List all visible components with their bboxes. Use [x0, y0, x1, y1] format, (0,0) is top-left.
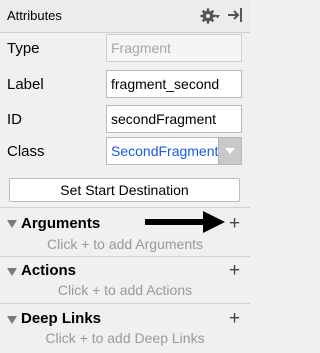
collapse-deep-links-icon[interactable]	[7, 316, 17, 324]
actions-hint: Click + to add Actions	[57, 282, 193, 298]
attributes-header: Attributes	[0, 0, 250, 33]
arguments-hint: Click + to add Arguments	[46, 236, 204, 252]
collapse-actions-icon[interactable]	[7, 268, 17, 276]
actions-section-title: Actions	[21, 262, 77, 279]
gear-icon[interactable]	[200, 6, 220, 26]
panel-title: Attributes	[7, 8, 62, 23]
id-field[interactable]: secondFragment	[106, 105, 242, 133]
set-start-destination-button[interactable]: Set Start Destination	[9, 178, 240, 202]
add-argument-button[interactable]: +	[229, 214, 240, 233]
id-label: ID	[7, 111, 22, 128]
arguments-section-title: Arguments	[21, 215, 101, 232]
class-label: Class	[7, 143, 45, 160]
class-select[interactable]: SecondFragment	[106, 137, 242, 165]
divider	[0, 303, 250, 304]
deep-links-section-title: Deep Links	[21, 310, 102, 327]
label-field[interactable]: fragment_second	[106, 70, 242, 98]
type-label: Type	[7, 40, 40, 57]
chevron-down-icon[interactable]	[218, 138, 241, 164]
collapse-arguments-icon[interactable]	[7, 220, 17, 228]
add-action-button[interactable]: +	[229, 261, 240, 280]
add-deep-link-button[interactable]: +	[229, 309, 240, 328]
type-field: Fragment	[106, 34, 242, 62]
pin-panel-icon[interactable]	[227, 7, 243, 23]
class-select-value: SecondFragment	[111, 143, 219, 159]
annotation-arrow-icon	[145, 211, 225, 233]
divider	[0, 256, 250, 257]
label-label: Label	[7, 76, 44, 93]
deep-links-hint: Click + to add Deep Links	[45, 330, 205, 346]
